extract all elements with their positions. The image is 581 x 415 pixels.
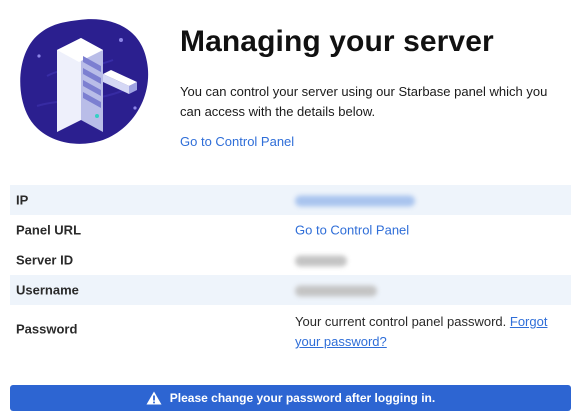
go-to-control-panel-link[interactable]: Go to Control Panel bbox=[180, 134, 294, 149]
alert-text: Please change your password after loggin… bbox=[169, 391, 436, 405]
detail-label-username: Username bbox=[16, 282, 79, 298]
detail-row-username: Username bbox=[10, 275, 571, 305]
detail-label-password: Password bbox=[16, 321, 78, 337]
password-info-text: Your current control panel password. bbox=[295, 314, 507, 329]
password-change-alert: Please change your password after loggin… bbox=[10, 385, 571, 411]
warning-icon bbox=[146, 391, 162, 405]
username-value-redacted bbox=[295, 283, 377, 298]
detail-row-panel-url: Panel URL Go to Control Panel bbox=[10, 215, 571, 245]
password-info: Your current control panel password. For… bbox=[295, 312, 565, 352]
panel-url-link[interactable]: Go to Control Panel bbox=[295, 223, 409, 238]
detail-label-panel-url: Panel URL bbox=[16, 222, 82, 238]
page-title: Managing your server bbox=[180, 25, 494, 58]
detail-label-ip: IP bbox=[16, 192, 29, 208]
detail-row-password: Password Your current control panel pass… bbox=[10, 305, 571, 353]
server-rack-illustration bbox=[17, 16, 151, 146]
detail-row-server-id: Server ID bbox=[10, 245, 571, 275]
server-details-table: IP Panel URL Go to Control Panel Server … bbox=[10, 185, 571, 353]
server-management-page: Managing your server You can control you… bbox=[0, 0, 581, 415]
server-id-value-redacted bbox=[295, 253, 347, 268]
detail-row-ip: IP bbox=[10, 185, 571, 215]
ip-value-redacted bbox=[295, 193, 415, 208]
page-description: You can control your server using our St… bbox=[180, 84, 548, 119]
detail-label-server-id: Server ID bbox=[16, 252, 74, 268]
